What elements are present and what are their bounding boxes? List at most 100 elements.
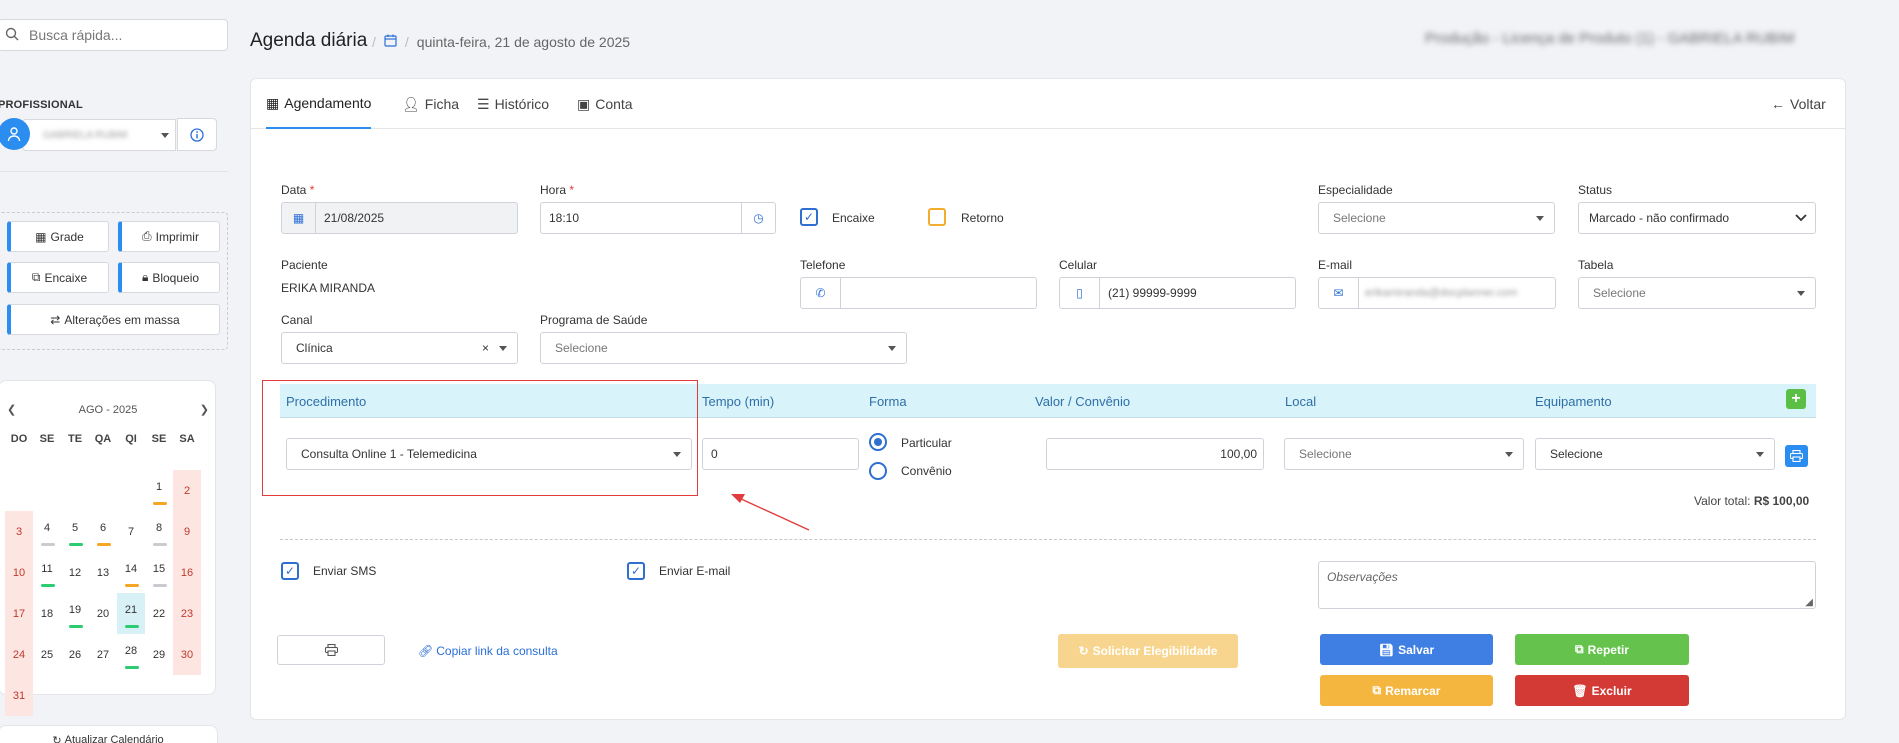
tab-historico[interactable]: ☰ Histórico: [477, 79, 549, 129]
profissional-select[interactable]: GABRIELA RUBIM: [22, 119, 176, 151]
next-month-icon[interactable]: ❯: [200, 403, 209, 416]
tab-bar: ▦ Agendamento 👤︎ Ficha ☰ Histórico ▣ Conta ←…: [250, 79, 1846, 129]
bloqueio-button[interactable]: 🔒︎ Bloqueio: [118, 262, 220, 293]
hora-value: 18:10: [549, 211, 580, 225]
status-select[interactable]: Marcado - não confirmado: [1578, 202, 1816, 234]
calendar-day[interactable]: 11: [33, 552, 61, 593]
calendar-day[interactable]: 17: [5, 593, 33, 634]
local-select[interactable]: Selecione: [1284, 438, 1524, 470]
calendar-empty: [117, 470, 145, 511]
calendar-day[interactable]: 7: [117, 511, 145, 552]
print-button[interactable]: [277, 635, 385, 665]
calendar-day[interactable]: 13: [89, 552, 117, 593]
calendar-day[interactable]: 6: [89, 511, 117, 552]
retorno-checkbox-label: Retorno: [961, 211, 1004, 225]
calendar-day[interactable]: 26: [61, 634, 89, 675]
enviar-email-checkbox[interactable]: ✓: [627, 562, 645, 580]
calendar-day[interactable]: 16: [173, 552, 201, 593]
tab-agendamento[interactable]: ▦ Agendamento: [266, 79, 372, 129]
chevron-down-icon: [499, 345, 507, 351]
imprimir-button[interactable]: ⎙ Imprimir: [118, 221, 220, 252]
alteracoes-massa-button[interactable]: ⇄ Alterações em massa: [7, 304, 220, 335]
quick-search-input[interactable]: Busca rápida...: [0, 19, 228, 51]
atualizar-calendario-button[interactable]: ↻ Atualizar Calendário: [0, 725, 218, 743]
equipamento-select[interactable]: Selecione: [1535, 438, 1775, 470]
calendar-day[interactable]: 14: [117, 552, 145, 593]
clock-icon[interactable]: ◷: [741, 203, 775, 233]
tempo-value: 0: [711, 447, 718, 461]
calendar-day[interactable]: 22: [145, 593, 173, 634]
calendar-day[interactable]: 10: [5, 552, 33, 593]
celular-input[interactable]: ▯ (21) 99999-9999: [1059, 277, 1296, 309]
telefone-input[interactable]: ✆: [800, 277, 1037, 309]
particular-radio[interactable]: [869, 433, 887, 451]
grade-label: Grade: [50, 229, 84, 244]
copiar-link-link[interactable]: 🔗︎ Copiar link da consulta: [418, 644, 558, 658]
excluir-button[interactable]: 🗑︎ Excluir: [1515, 675, 1689, 706]
calendar-day[interactable]: 21: [117, 593, 145, 634]
calendar-day[interactable]: 5: [61, 511, 89, 552]
calendar-day[interactable]: 2: [173, 470, 201, 511]
especialidade-select[interactable]: Selecione: [1318, 202, 1555, 234]
calendar-day[interactable]: 25: [33, 634, 61, 675]
arrow-left-icon: ←: [1771, 96, 1785, 112]
encaixe-button[interactable]: ⧉ Encaixe: [7, 262, 109, 293]
calendar-day[interactable]: 23: [173, 593, 201, 634]
calendar-day[interactable]: 12: [61, 552, 89, 593]
local-header: Local: [1285, 394, 1317, 409]
tab-ficha[interactable]: 👤︎ Ficha: [402, 79, 459, 129]
valor-input[interactable]: 100,00: [1046, 438, 1264, 470]
enviar-sms-checkbox[interactable]: ✓: [281, 562, 299, 580]
calendar-icon[interactable]: ▦: [282, 203, 316, 233]
add-procedure-button[interactable]: +: [1786, 389, 1806, 409]
data-input[interactable]: ▦ 21/08/2025: [281, 202, 518, 234]
convenio-radio[interactable]: [869, 462, 887, 480]
weekday-header: QA: [94, 433, 112, 445]
calendar-day[interactable]: 27: [89, 634, 117, 675]
salvar-label: Salvar: [1398, 642, 1435, 657]
observacoes-textarea[interactable]: Observações ◢: [1318, 561, 1816, 609]
prev-month-icon[interactable]: ❮: [7, 403, 16, 416]
profissional-info-button[interactable]: [177, 118, 217, 151]
calendar-day[interactable]: 3: [5, 511, 33, 552]
sidebar-divider: [0, 171, 228, 172]
valor-total-label: Valor total:: [1694, 494, 1751, 508]
grade-button[interactable]: ▦ Grade: [7, 221, 109, 252]
canal-select[interactable]: Clínica ×: [281, 332, 518, 364]
calendar-day[interactable]: 30: [173, 634, 201, 675]
tabela-select[interactable]: Selecione: [1578, 277, 1816, 309]
retorno-checkbox[interactable]: [928, 208, 946, 226]
calendar-empty: [145, 675, 173, 716]
weekday-header: SE: [39, 433, 55, 445]
resize-handle-icon[interactable]: ◢: [1805, 597, 1813, 608]
tempo-input[interactable]: 0: [702, 438, 859, 470]
calendar-day[interactable]: 29: [145, 634, 173, 675]
calendar-day[interactable]: 9: [173, 511, 201, 552]
calendar-day[interactable]: 24: [5, 634, 33, 675]
calendar-day[interactable]: 8: [145, 511, 173, 552]
clear-icon[interactable]: ×: [482, 341, 489, 355]
money-icon: ▣: [577, 95, 591, 112]
calendar-day[interactable]: 1: [145, 470, 173, 511]
paciente-label: Paciente: [281, 258, 328, 272]
repetir-button[interactable]: ⧉ Repetir: [1515, 634, 1689, 665]
solicitar-elegibilidade-button[interactable]: ↻ Solicitar Elegibilidade: [1058, 634, 1238, 668]
print-procedure-button[interactable]: [1785, 445, 1808, 467]
salvar-button[interactable]: 💾︎ Salvar: [1320, 634, 1493, 665]
chevron-down-icon: [1505, 451, 1513, 457]
hora-input[interactable]: 18:10 ◷: [540, 202, 776, 234]
remarcar-button[interactable]: ⧉ Remarcar: [1320, 675, 1493, 706]
calendar-day[interactable]: 4: [33, 511, 61, 552]
voltar-link[interactable]: ← Voltar: [1771, 79, 1826, 129]
calendar-day[interactable]: 19: [61, 593, 89, 634]
calendar-day[interactable]: 18: [33, 593, 61, 634]
calendar-day[interactable]: 20: [89, 593, 117, 634]
calendar-day[interactable]: 28: [117, 634, 145, 675]
encaixe-checkbox[interactable]: ✓: [800, 208, 818, 226]
calendar-empty: [117, 675, 145, 716]
calendar-day[interactable]: 31: [5, 675, 33, 716]
calendar-day[interactable]: 15: [145, 552, 173, 593]
email-input[interactable]: ✉ erikamiranda@docplanner.com: [1318, 277, 1556, 309]
programa-select[interactable]: Selecione: [540, 332, 907, 364]
tab-conta[interactable]: ▣ Conta: [577, 79, 633, 129]
